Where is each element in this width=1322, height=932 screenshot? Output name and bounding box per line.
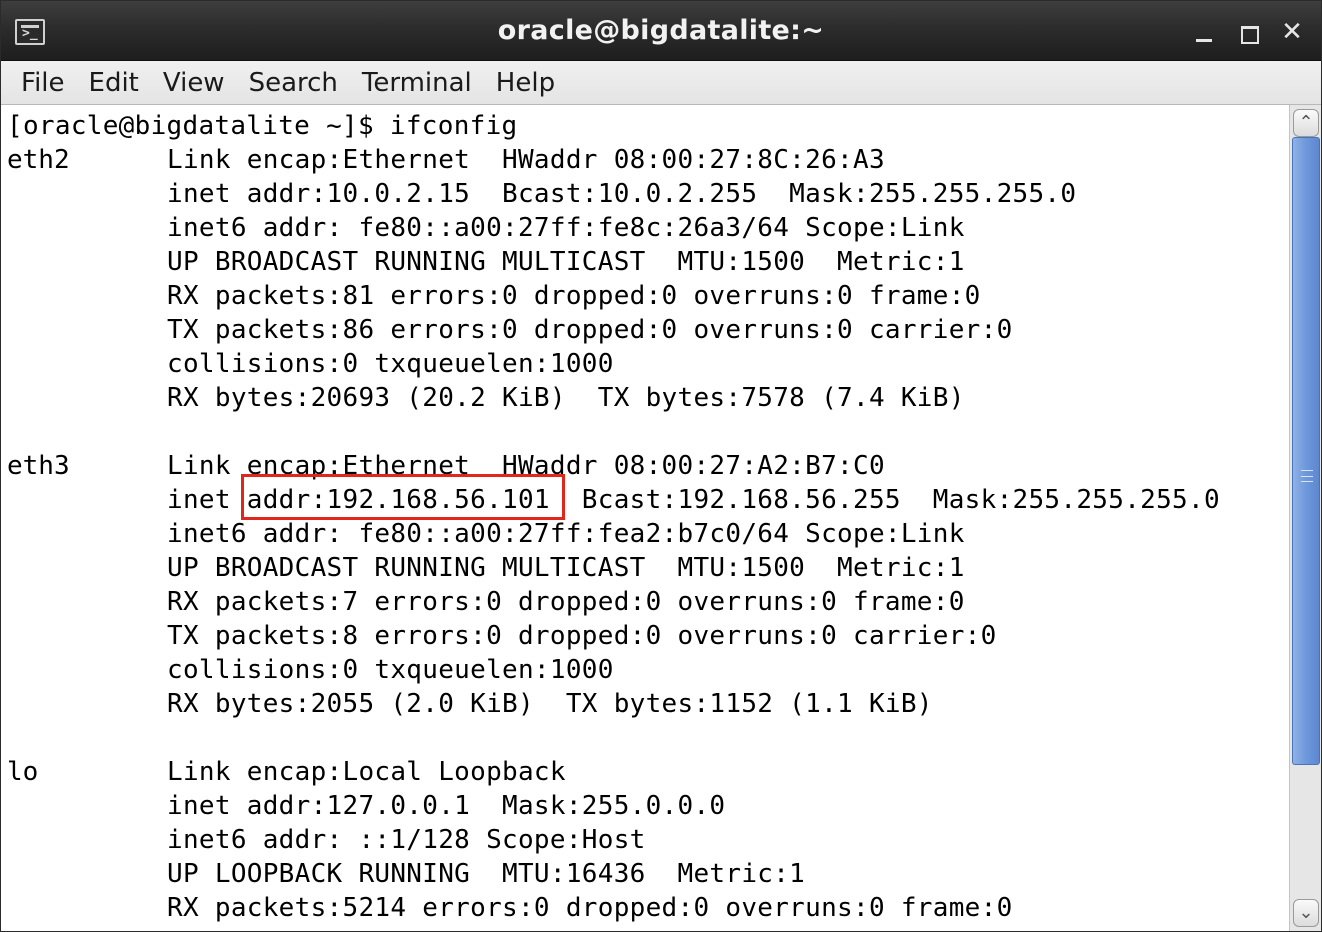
output-line: UP LOOPBACK RUNNING MTU:16436 Metric:1 bbox=[167, 859, 806, 889]
output-line: inet6 addr: ::1/128 Scope:Host bbox=[167, 825, 646, 855]
output-line: Link encap:Local Loopback bbox=[167, 757, 566, 787]
menu-edit[interactable]: Edit bbox=[77, 63, 151, 103]
menu-view[interactable]: View bbox=[151, 63, 237, 103]
output-line: collisions:0 txqueuelen:1000 bbox=[167, 655, 614, 685]
terminal-window: >_ oracle@bigdatalite:~ ✕ File Edit View… bbox=[0, 0, 1322, 932]
output-line: inet6 addr: fe80::a00:27ff:fe8c:26a3/64 … bbox=[167, 213, 965, 243]
ip-address-highlight-box bbox=[241, 474, 565, 520]
minimize-button[interactable] bbox=[1189, 17, 1219, 47]
menu-file[interactable]: File bbox=[9, 63, 77, 103]
scroll-up-button[interactable]: ⌃ bbox=[1293, 109, 1319, 137]
output-line: inet addr:10.0.2.15 Bcast:10.0.2.255 Mas… bbox=[167, 179, 1077, 209]
output-line: RX packets:7 errors:0 dropped:0 overruns… bbox=[167, 587, 965, 617]
menu-search[interactable]: Search bbox=[237, 63, 350, 103]
output-line: RX bytes:20693 (20.2 KiB) TX bytes:7578 … bbox=[167, 383, 965, 413]
title-bar[interactable]: >_ oracle@bigdatalite:~ ✕ bbox=[1, 1, 1321, 61]
interface-name-eth3: eth3 bbox=[7, 451, 70, 481]
menu-help[interactable]: Help bbox=[484, 63, 567, 103]
output-line: TX packets:8 errors:0 dropped:0 overruns… bbox=[167, 621, 997, 651]
vertical-scrollbar[interactable]: ⌃ ⌄ bbox=[1289, 105, 1321, 931]
close-button[interactable]: ✕ bbox=[1277, 17, 1307, 47]
output-line: inet6 addr: fe80::a00:27ff:fea2:b7c0/64 … bbox=[167, 519, 965, 549]
output-line: inet addr:127.0.0.1 Mask:255.0.0.0 bbox=[167, 791, 726, 821]
menu-terminal[interactable]: Terminal bbox=[350, 63, 484, 103]
output-line: collisions:0 txqueuelen:1000 bbox=[167, 349, 614, 379]
window-title: oracle@bigdatalite:~ bbox=[497, 15, 825, 46]
scrollbar-thumb[interactable] bbox=[1292, 137, 1320, 765]
menu-bar: File Edit View Search Terminal Help bbox=[1, 61, 1321, 105]
output-line: UP BROADCAST RUNNING MULTICAST MTU:1500 … bbox=[167, 553, 965, 583]
interface-name-lo: lo bbox=[7, 757, 39, 787]
output-line: TX packets:86 errors:0 dropped:0 overrun… bbox=[167, 315, 1013, 345]
output-line: UP BROADCAST RUNNING MULTICAST MTU:1500 … bbox=[167, 247, 965, 277]
terminal-output[interactable]: [oracle@bigdatalite ~]$ ifconfig eth2 Li… bbox=[1, 105, 1289, 931]
interface-name-eth2: eth2 bbox=[7, 145, 70, 175]
output-line: RX packets:81 errors:0 dropped:0 overrun… bbox=[167, 281, 981, 311]
output-line: RX bytes:2055 (2.0 KiB) TX bytes:1152 (1… bbox=[167, 689, 933, 719]
maximize-button[interactable] bbox=[1233, 17, 1263, 47]
output-line: Link encap:Ethernet HWaddr 08:00:27:8C:2… bbox=[167, 145, 885, 175]
scroll-down-button[interactable]: ⌄ bbox=[1293, 899, 1319, 927]
prompt-line: [oracle@bigdatalite ~]$ ifconfig bbox=[7, 111, 518, 141]
grip-icon bbox=[1301, 470, 1313, 482]
output-line: RX packets:5214 errors:0 dropped:0 overr… bbox=[167, 893, 1013, 923]
